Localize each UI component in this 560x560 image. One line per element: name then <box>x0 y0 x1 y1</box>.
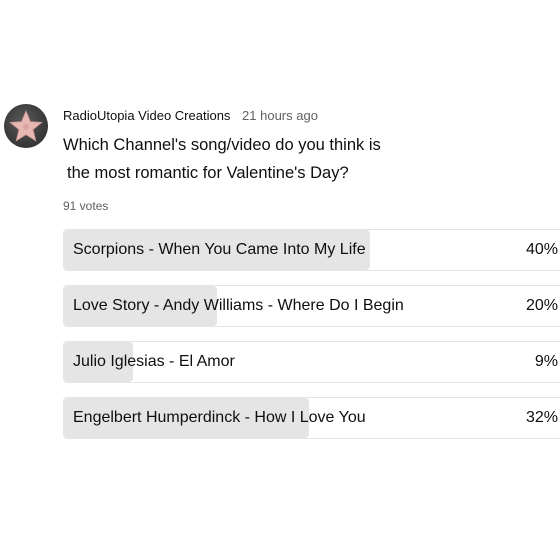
star-icon <box>9 109 43 142</box>
poll-option-percent: 32% <box>525 409 558 426</box>
poll-option-label: Engelbert Humperdinck - How I Love You <box>73 409 366 426</box>
channel-avatar[interactable] <box>4 104 48 148</box>
poll-option[interactable]: Julio Iglesias - El Amor 9% <box>63 341 560 383</box>
poll-option-percent: 20% <box>525 297 558 314</box>
vote-count: 91 votes <box>63 199 109 213</box>
poll-option[interactable]: Engelbert Humperdinck - How I Love You 3… <box>63 397 560 439</box>
post-header: RadioUtopia Video Creations 21 hours ago <box>63 108 318 123</box>
poll-option-percent: 9% <box>534 353 558 370</box>
poll-question: Which Channel's song/video do you think … <box>63 131 543 187</box>
post-timestamp-link[interactable]: 21 hours ago <box>242 108 318 123</box>
channel-name-link[interactable]: RadioUtopia Video Creations <box>63 108 230 123</box>
poll-option-percent: 40% <box>525 241 558 258</box>
poll-option-label: Julio Iglesias - El Amor <box>73 353 235 370</box>
poll-option-label: Love Story - Andy Williams - Where Do I … <box>73 297 404 314</box>
poll-options: Scorpions - When You Came Into My Life 4… <box>63 229 560 453</box>
poll-question-line-2: the most romantic for Valentine's Day? <box>67 164 349 182</box>
poll-option[interactable]: Love Story - Andy Williams - Where Do I … <box>63 285 560 327</box>
poll-question-line-1: Which Channel's song/video do you think … <box>63 136 381 154</box>
poll-option-label: Scorpions - When You Came Into My Life <box>73 241 366 258</box>
poll-option[interactable]: Scorpions - When You Came Into My Life 4… <box>63 229 560 271</box>
community-post: RadioUtopia Video Creations 21 hours ago… <box>0 0 560 560</box>
